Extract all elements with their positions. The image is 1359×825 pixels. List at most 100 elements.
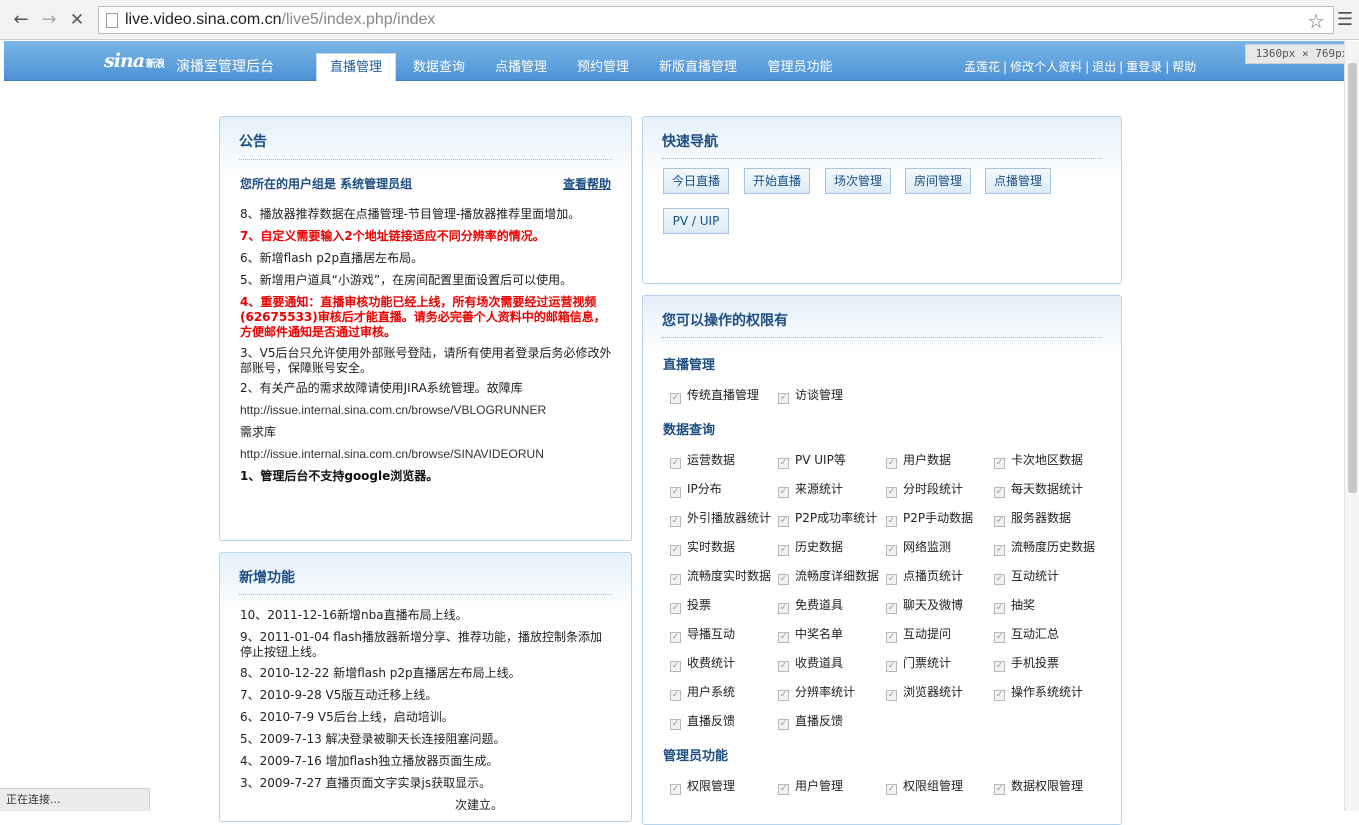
permission-label: 收费道具 bbox=[795, 656, 844, 670]
permission-label: 浏览器统计 bbox=[903, 685, 964, 699]
checkbox-checked-icon: ✓ bbox=[886, 661, 897, 672]
permission-item: ✓ 历史数据 bbox=[778, 538, 843, 556]
checkbox-checked-icon: ✓ bbox=[670, 393, 681, 404]
tab-new-live-manage[interactable]: 新版直播管理 bbox=[652, 55, 744, 81]
permission-label: PV UIP等 bbox=[795, 453, 846, 467]
permission-item: ✓ 访谈管理 bbox=[778, 386, 843, 404]
checkbox-checked-icon: ✓ bbox=[778, 487, 789, 498]
permission-item: ✓ 直播反馈 bbox=[778, 712, 843, 730]
permission-label: 投票 bbox=[687, 598, 712, 612]
permission-label: 用户系统 bbox=[687, 685, 736, 699]
today-live-button[interactable]: 今日直播 bbox=[663, 168, 729, 194]
feature-item: 6、2010-7-9 V5后台上线，启动培训。 bbox=[240, 710, 454, 724]
tab-booking-manage[interactable]: 预约管理 bbox=[570, 55, 636, 81]
permission-label: 服务器数据 bbox=[1011, 511, 1072, 525]
room-manage-button[interactable]: 房间管理 bbox=[905, 168, 971, 194]
permission-label: 门票统计 bbox=[903, 656, 952, 670]
menu-icon[interactable]: ☰ bbox=[1337, 9, 1353, 30]
page-icon bbox=[106, 13, 118, 28]
pv-uip-button[interactable]: PV / UIP bbox=[663, 208, 729, 234]
tab-vod-manage[interactable]: 点播管理 bbox=[488, 55, 554, 81]
new-features-title: 新增功能 bbox=[239, 570, 295, 586]
checkbox-checked-icon: ✓ bbox=[886, 545, 897, 556]
title-divider bbox=[662, 158, 1102, 159]
checkbox-checked-icon: ✓ bbox=[670, 784, 681, 795]
notice-item: 5、新增用户道具“小游戏”，在房间配置里面设置后可以使用。 bbox=[240, 273, 573, 287]
permission-item: ✓ 门票统计 bbox=[886, 654, 951, 672]
feature-item: 4、2009-7-16 增加flash独立播放器页面生成。 bbox=[240, 754, 499, 768]
notice-item: 3、V5后台只允许使用外部账号登陆，请所有使用者登录后务必修改外部账号，保障账号… bbox=[240, 346, 612, 375]
permission-item: ✓ 投票 bbox=[670, 596, 711, 614]
title-divider bbox=[239, 159, 612, 160]
stop-loading-icon[interactable]: ✕ bbox=[66, 9, 88, 31]
permission-label: 实时数据 bbox=[687, 540, 736, 554]
permission-item: ✓ 流畅度实时数据 bbox=[670, 567, 771, 585]
permission-item: ✓ P2P手动数据 bbox=[886, 509, 973, 527]
checkbox-checked-icon: ✓ bbox=[670, 661, 681, 672]
permission-label: 点播页统计 bbox=[903, 569, 964, 583]
checkbox-checked-icon: ✓ bbox=[778, 690, 789, 701]
checkbox-checked-icon: ✓ bbox=[886, 690, 897, 701]
start-live-button[interactable]: 开始直播 bbox=[744, 168, 810, 194]
page-scrollbar[interactable] bbox=[1344, 41, 1359, 811]
tab-admin-functions[interactable]: 管理员功能 bbox=[760, 55, 840, 81]
relogin-link[interactable]: 重登录 bbox=[1126, 60, 1162, 74]
edit-profile-link[interactable]: 修改个人资料 bbox=[1010, 60, 1082, 74]
forward-arrow-icon[interactable]: → bbox=[38, 9, 60, 31]
permission-label: 卡次地区数据 bbox=[1011, 453, 1084, 467]
permissions-panel: 您可以操作的权限有 直播管理 ✓ 传统直播管理 ✓ 访谈管理 数据查询 ✓ 运营数据 ✓ PV U… bbox=[642, 295, 1122, 825]
view-help-link[interactable]: 查看帮助 bbox=[563, 175, 611, 192]
vod-manage-button[interactable]: 点播管理 bbox=[985, 168, 1051, 194]
checkbox-checked-icon: ✓ bbox=[886, 487, 897, 498]
permission-item: ✓ 卡次地区数据 bbox=[994, 451, 1083, 469]
bookmark-star-icon[interactable]: ☆ bbox=[1307, 9, 1325, 33]
url-text: live.video.sina.com.cn/live5/index.php/i… bbox=[125, 11, 436, 28]
sina-logo[interactable]: sina 新浪 bbox=[104, 50, 165, 72]
permission-label: 聊天及微博 bbox=[903, 598, 964, 612]
status-bar: 正在连接... bbox=[0, 788, 150, 811]
session-manage-button[interactable]: 场次管理 bbox=[825, 168, 891, 194]
checkbox-checked-icon: ✓ bbox=[778, 393, 789, 404]
permission-label: 权限管理 bbox=[687, 779, 736, 793]
help-link[interactable]: 帮助 bbox=[1172, 60, 1196, 74]
notice-item: 4、重要通知：直播审核功能已经上线，所有场次需要经过运营视频(62675533)… bbox=[240, 295, 606, 339]
notice-item: 1、管理后台不支持google浏览器。 bbox=[240, 469, 439, 483]
checkbox-checked-icon: ✓ bbox=[670, 719, 681, 730]
checkbox-checked-icon: ✓ bbox=[994, 574, 1005, 585]
checkbox-checked-icon: ✓ bbox=[670, 516, 681, 527]
feature-item: 9、2011-01-04 flash播放器新增分享、推荐功能，播放控制条添加停止… bbox=[240, 630, 602, 659]
feature-item: 8、2010-12-22 新增flash p2p直播居左布局上线。 bbox=[240, 666, 521, 680]
permission-label: IP分布 bbox=[687, 482, 722, 496]
permission-item: ✓ 收费统计 bbox=[670, 654, 735, 672]
checkbox-checked-icon: ✓ bbox=[670, 690, 681, 701]
checkbox-checked-icon: ✓ bbox=[670, 458, 681, 469]
permission-item: ✓ 用户系统 bbox=[670, 683, 735, 701]
app-title: 演播室管理后台 bbox=[176, 59, 274, 75]
permission-label: 直播反馈 bbox=[687, 714, 736, 728]
permission-label: 历史数据 bbox=[795, 540, 844, 554]
announcement-panel: 公告 您所在的用户组是 系统管理员组 查看帮助 8、播放器推荐数据在点播管理-节… bbox=[219, 116, 632, 541]
tab-live-manage[interactable]: 直播管理 bbox=[316, 53, 396, 81]
notice-item: 8、播放器推荐数据在点播管理-节目管理-播放器推荐里面增加。 bbox=[240, 207, 581, 221]
logout-link[interactable]: 退出 bbox=[1092, 60, 1116, 74]
user-name-link[interactable]: 孟莲花 bbox=[964, 60, 1000, 74]
permission-item: ✓ 互动统计 bbox=[994, 567, 1059, 585]
permission-label: 操作系统统计 bbox=[1011, 685, 1084, 699]
permission-item: ✓ 导播互动 bbox=[670, 625, 735, 643]
quick-nav-title: 快速导航 bbox=[662, 134, 718, 150]
permission-item: ✓ 服务器数据 bbox=[994, 509, 1071, 527]
checkbox-checked-icon: ✓ bbox=[994, 516, 1005, 527]
permission-item: ✓ IP分布 bbox=[670, 480, 722, 498]
permission-label: 每天数据统计 bbox=[1011, 482, 1084, 496]
checkbox-checked-icon: ✓ bbox=[778, 603, 789, 614]
permission-item: ✓ 互动提问 bbox=[886, 625, 951, 643]
checkbox-checked-icon: ✓ bbox=[670, 487, 681, 498]
address-bar[interactable]: live.video.sina.com.cn/live5/index.php/i… bbox=[98, 6, 1334, 34]
permission-label: 传统直播管理 bbox=[687, 388, 760, 402]
user-links: 孟莲花 | 修改个人资料 | 退出 | 重登录 | 帮助 bbox=[964, 60, 1197, 74]
scrollbar-thumb[interactable] bbox=[1348, 63, 1357, 493]
permission-item: ✓ 互动汇总 bbox=[994, 625, 1059, 643]
tab-data-query[interactable]: 数据查询 bbox=[406, 55, 472, 81]
permission-item: ✓ 每天数据统计 bbox=[994, 480, 1083, 498]
back-arrow-icon[interactable]: ← bbox=[10, 9, 32, 31]
